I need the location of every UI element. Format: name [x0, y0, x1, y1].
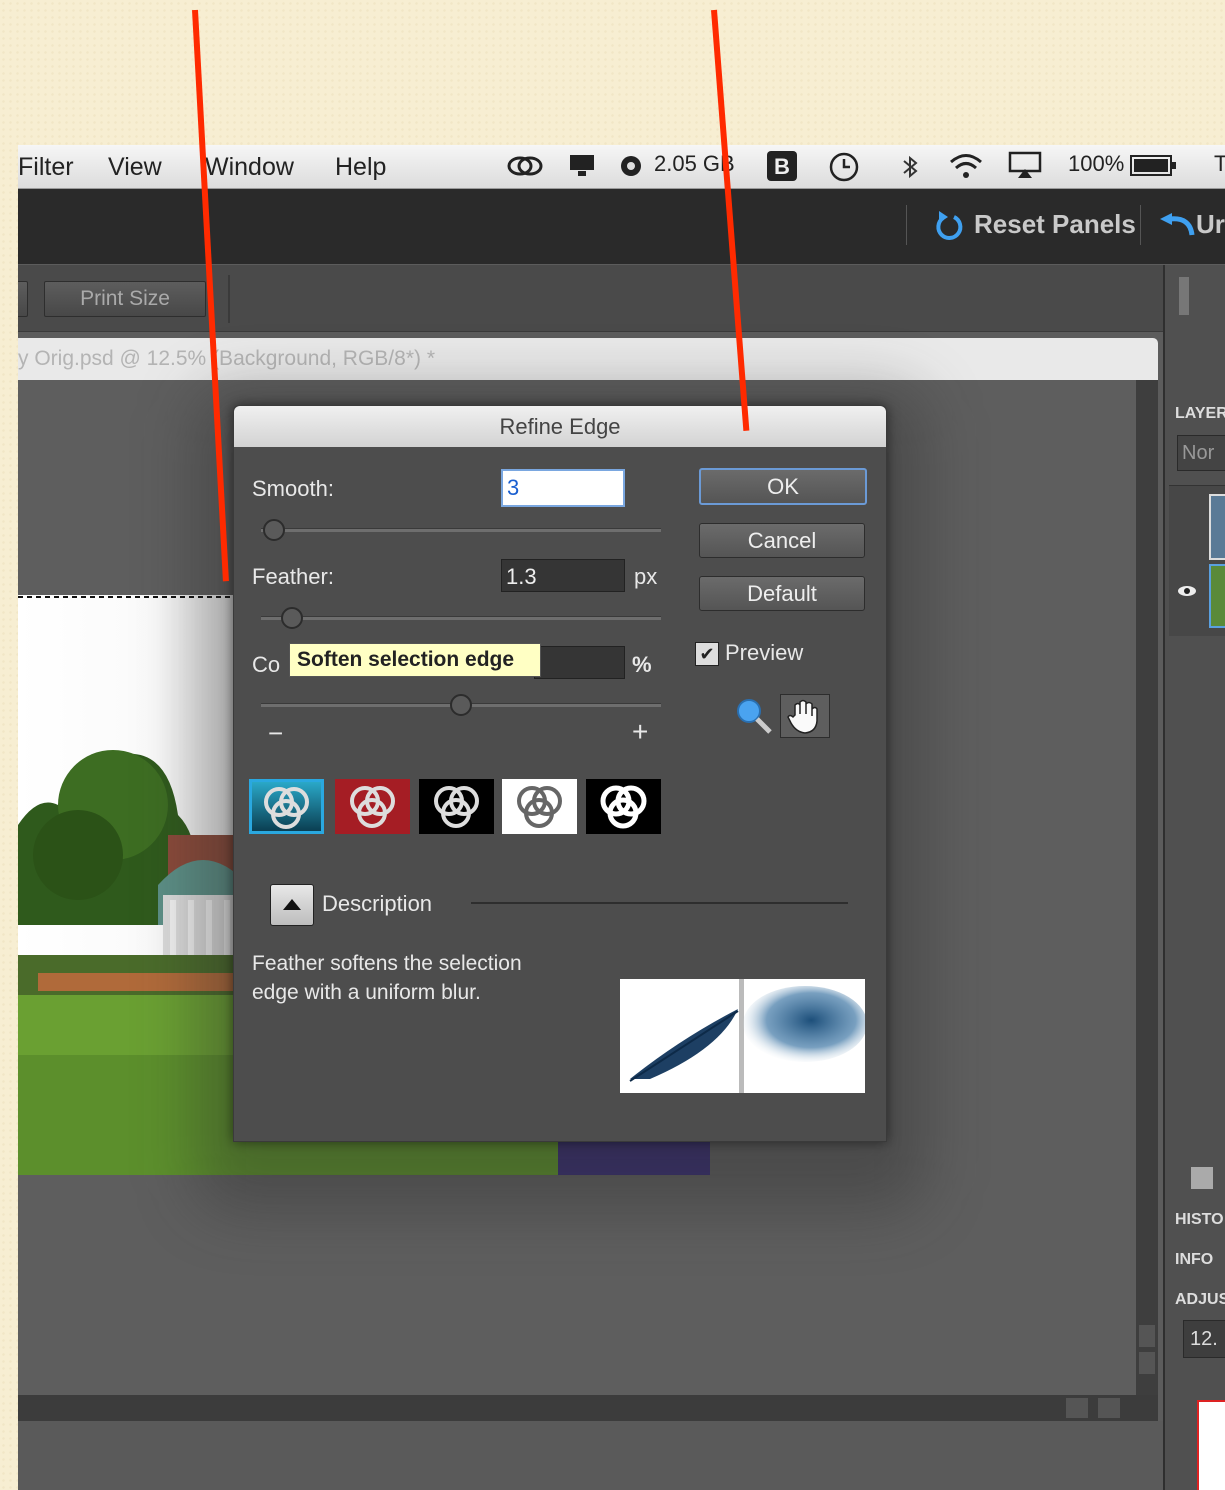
app-top-bar: Reset Panels Ur [18, 189, 1225, 264]
visibility-eye-icon[interactable] [1177, 584, 1197, 598]
options-divider [228, 275, 230, 323]
panel-menu-icon[interactable] [1179, 277, 1189, 315]
view-mode-black-white[interactable] [586, 779, 661, 834]
undo-icon [1160, 213, 1195, 236]
layers-list [1169, 485, 1225, 636]
knot-icon [517, 786, 562, 828]
zoom-field[interactable]: 12. [1183, 1320, 1225, 1358]
menu-help[interactable]: Help [335, 153, 386, 182]
new-layer-icon[interactable] [1191, 1167, 1213, 1189]
monitor-icon[interactable] [568, 153, 598, 179]
default-button[interactable]: Default [699, 576, 865, 611]
menubar-clock-partial: T [1214, 151, 1225, 176]
undo-button[interactable]: Ur [1196, 209, 1225, 240]
top-bar-divider [1140, 205, 1141, 245]
ok-button[interactable]: OK [699, 468, 867, 505]
feather-slider-knob[interactable] [281, 607, 303, 629]
contrast-input[interactable] [534, 646, 625, 679]
layer-thumbnail[interactable] [1209, 494, 1225, 560]
slider-plus: + [632, 716, 649, 747]
menu-window[interactable]: Window [205, 153, 294, 182]
blend-mode-select[interactable]: Nor [1177, 435, 1225, 471]
cancel-button[interactable]: Cancel [699, 523, 865, 558]
hand-tool-button[interactable] [780, 694, 830, 738]
preview-label: Preview [725, 640, 804, 665]
refine-edge-dialog: Refine Edge Smooth: 3 Feather: 1.3 px Co… [233, 405, 887, 1142]
top-bar-divider [906, 205, 907, 245]
bluetooth-icon[interactable] [898, 155, 924, 179]
preview-checkbox[interactable]: ✔ [695, 642, 719, 666]
feather-unit: px [634, 564, 658, 589]
feather-illustration [629, 979, 867, 1093]
smooth-label: Smooth: [252, 476, 334, 501]
menu-view[interactable]: View [108, 153, 162, 182]
layers-tab[interactable]: LAYER [1175, 405, 1225, 423]
view-mode-on-black[interactable] [419, 779, 494, 834]
bottom-panel-area [18, 1421, 1163, 1490]
menu-filter[interactable]: Filter [18, 153, 74, 182]
feather-example-image [620, 979, 867, 1093]
view-mode-overlay[interactable] [335, 779, 410, 834]
knot-icon [600, 785, 647, 829]
creative-cloud-icon[interactable] [506, 153, 546, 179]
tool-options-bar: Print Size [18, 265, 1163, 332]
reset-icon [936, 211, 963, 240]
description-toggle-button[interactable] [270, 884, 314, 926]
triangle-up-icon [283, 899, 301, 910]
smooth-slider-track[interactable] [261, 528, 661, 532]
knot-icon [350, 786, 395, 828]
scroll-right-arrow[interactable] [1098, 1398, 1120, 1418]
battery-icon[interactable] [1130, 154, 1178, 178]
tooltip: Soften selection edge [289, 643, 541, 677]
navigator-thumbnail [1197, 1400, 1225, 1490]
adjustments-tab[interactable]: ADJUS [1175, 1291, 1225, 1309]
background-layer-thumbnail[interactable] [1209, 564, 1225, 628]
feather-slider-track[interactable] [261, 616, 661, 620]
document-tab[interactable]: y Orig.psd @ 12.5% (Background, RGB/8*) … [18, 338, 1158, 380]
wifi-icon[interactable] [948, 151, 984, 181]
scroll-down-arrow[interactable] [1139, 1352, 1155, 1374]
vertical-scrollbar[interactable] [1136, 380, 1158, 1420]
memory-gear-icon[interactable] [618, 153, 646, 179]
svg-text:B: B [774, 154, 790, 179]
description-header: Description [322, 891, 433, 916]
scroll-up-arrow[interactable] [1139, 1325, 1155, 1347]
reset-panels-button[interactable]: Reset Panels [974, 209, 1136, 240]
description-divider [471, 902, 848, 904]
zoom-tool-icon[interactable] [734, 696, 774, 736]
history-tab[interactable]: HISTO [1175, 1211, 1224, 1229]
options-button-partial[interactable] [18, 281, 28, 317]
dialog-title[interactable]: Refine Edge [234, 406, 886, 447]
contrast-label: Co [252, 652, 281, 677]
right-panel: LAYER Nor HISTO INFO ADJUS 12. [1163, 265, 1225, 1490]
time-machine-icon[interactable] [828, 151, 862, 183]
smooth-slider-knob[interactable] [263, 519, 285, 541]
contrast-unit: % [632, 652, 652, 677]
knot-icon [264, 787, 309, 829]
hand-icon [787, 699, 818, 734]
airplay-icon[interactable] [1008, 151, 1044, 181]
print-size-button[interactable]: Print Size [44, 281, 206, 317]
view-mode-on-white[interactable] [502, 779, 577, 834]
smooth-input[interactable]: 3 [501, 469, 625, 507]
bridge-icon[interactable]: B [766, 150, 800, 182]
feather-input[interactable]: 1.3 [501, 559, 625, 592]
contrast-slider-knob[interactable] [450, 694, 472, 716]
scroll-left-arrow[interactable] [1066, 1398, 1088, 1418]
slider-minus: − [268, 718, 284, 748]
horizontal-scrollbar[interactable] [18, 1395, 1158, 1421]
description-line-1: Feather softens the selection [252, 952, 522, 975]
knot-icon [434, 786, 479, 828]
feather-label: Feather: [252, 564, 334, 589]
info-tab[interactable]: INFO [1175, 1251, 1213, 1269]
battery-percent: 100% [1068, 151, 1125, 176]
view-mode-on-layers[interactable] [249, 779, 324, 834]
description-line-2: edge with a uniform blur. [252, 981, 481, 1004]
